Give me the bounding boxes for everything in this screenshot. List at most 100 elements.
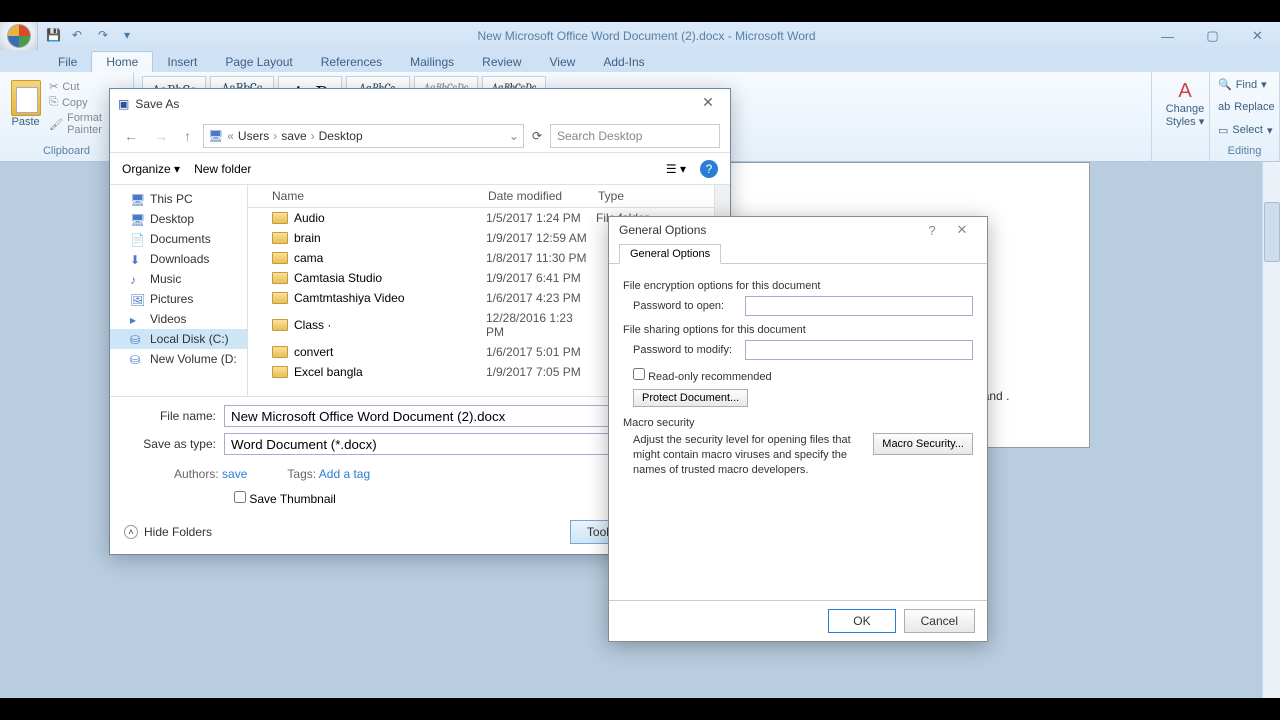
scrollbar-thumb[interactable] xyxy=(1264,202,1280,262)
ribbon-tabs: File Home Insert Page Layout References … xyxy=(0,50,1280,72)
tab-view[interactable]: View xyxy=(536,52,590,72)
nav-icon: 🖼 xyxy=(130,293,144,305)
nav-up-button[interactable]: ↑ xyxy=(180,128,195,144)
tab-insert[interactable]: Insert xyxy=(153,52,211,72)
nav-icon: ⛁ xyxy=(130,353,144,365)
sharing-section-label: File sharing options for this document xyxy=(623,324,973,336)
nav-icon: ♪ xyxy=(130,273,144,285)
save-icon[interactable]: 💾 xyxy=(46,28,62,44)
tab-review[interactable]: Review xyxy=(468,52,535,72)
nav-icon: ⬇ xyxy=(130,253,144,265)
nav-item[interactable]: ⛁Local Disk (C:) xyxy=(110,329,247,349)
vertical-scrollbar[interactable] xyxy=(1262,162,1280,698)
change-styles-button[interactable]: A Change Styles ▾ xyxy=(1160,76,1210,128)
chevron-up-icon: ˄ xyxy=(124,525,138,539)
change-styles-icon: A xyxy=(1160,80,1210,103)
folder-icon xyxy=(272,252,288,264)
pc-icon: 🖥 xyxy=(208,129,223,143)
save-as-close-button[interactable]: ✕ xyxy=(694,94,722,114)
col-name[interactable]: Name xyxy=(248,185,484,207)
paste-icon xyxy=(11,80,41,116)
qat-dropdown-icon[interactable]: ▾ xyxy=(124,28,140,44)
copy-icon: ⎘ xyxy=(49,96,58,109)
tab-references[interactable]: References xyxy=(307,52,396,72)
password-open-input[interactable] xyxy=(745,296,973,316)
paste-label: Paste xyxy=(11,116,39,128)
tab-addins[interactable]: Add-Ins xyxy=(589,52,658,72)
tab-file[interactable]: File xyxy=(44,52,91,72)
password-open-label: Password to open: xyxy=(633,300,737,312)
select-button[interactable]: ▭Select ▾ xyxy=(1218,122,1271,139)
office-button[interactable] xyxy=(0,22,38,50)
redo-icon[interactable]: ↷ xyxy=(98,28,114,44)
save-thumbnail-checkbox[interactable]: Save Thumbnail xyxy=(234,492,336,506)
tab-home[interactable]: Home xyxy=(91,51,153,72)
folder-icon xyxy=(272,366,288,378)
scissors-icon: ✂ xyxy=(49,80,58,93)
authors-label: Authors: xyxy=(174,467,219,481)
general-options-close-button[interactable]: ✕ xyxy=(947,222,977,238)
folder-icon xyxy=(272,232,288,244)
paste-button[interactable]: Paste xyxy=(8,76,43,145)
nav-item[interactable]: ⬇Downloads xyxy=(110,249,247,269)
word-icon: ▣ xyxy=(118,97,129,111)
close-button[interactable]: ✕ xyxy=(1235,26,1280,46)
find-button[interactable]: 🔍Find ▾ xyxy=(1218,76,1271,93)
macro-section-label: Macro security xyxy=(623,417,973,429)
col-date[interactable]: Date modified xyxy=(484,185,594,207)
select-icon: ▭ xyxy=(1218,124,1228,137)
folder-icon xyxy=(272,272,288,284)
tab-page-layout[interactable]: Page Layout xyxy=(211,52,306,72)
col-type[interactable]: Type xyxy=(594,185,714,207)
find-icon: 🔍 xyxy=(1218,78,1232,91)
general-options-title: General Options xyxy=(619,223,706,237)
help-icon[interactable]: ? xyxy=(700,160,718,178)
replace-button[interactable]: abReplace xyxy=(1218,99,1271,115)
brush-icon: 🖌 xyxy=(49,118,63,131)
ok-button[interactable]: OK xyxy=(828,609,895,633)
replace-icon: ab xyxy=(1218,101,1230,113)
password-modify-label: Password to modify: xyxy=(633,344,737,356)
tab-mailings[interactable]: Mailings xyxy=(396,52,468,72)
breadcrumb[interactable]: 🖥 « Users› save› Desktop ⌄ xyxy=(203,124,524,148)
macro-description: Adjust the security level for opening fi… xyxy=(633,433,863,478)
nav-icon: ▸ xyxy=(130,313,144,325)
nav-item[interactable]: 📄Documents xyxy=(110,229,247,249)
nav-back-button[interactable]: ← xyxy=(120,128,142,144)
folder-icon xyxy=(272,319,288,331)
hide-folders-button[interactable]: ˄Hide Folders xyxy=(124,525,560,539)
minimize-button[interactable]: — xyxy=(1145,26,1190,46)
readonly-checkbox[interactable]: Read-only recommended xyxy=(633,368,772,383)
general-options-tab[interactable]: General Options xyxy=(619,244,721,264)
nav-item[interactable]: 🖥Desktop xyxy=(110,209,247,229)
protect-document-button[interactable]: Protect Document... xyxy=(633,389,748,407)
nav-icon: 🖥 xyxy=(130,193,144,205)
new-folder-button[interactable]: New folder xyxy=(194,162,251,176)
authors-value[interactable]: save xyxy=(222,467,247,481)
nav-icon: 🖥 xyxy=(130,213,144,225)
organize-button[interactable]: Organize ▾ xyxy=(122,162,180,176)
save-type-label: Save as type: xyxy=(124,437,224,451)
undo-icon[interactable]: ↶ xyxy=(72,28,88,44)
search-input[interactable]: Search Desktop xyxy=(550,124,720,148)
folder-icon xyxy=(272,292,288,304)
encryption-section-label: File encryption options for this documen… xyxy=(623,280,973,292)
nav-forward-button[interactable]: → xyxy=(150,128,172,144)
nav-item[interactable]: ♪Music xyxy=(110,269,247,289)
tags-value[interactable]: Add a tag xyxy=(319,467,370,481)
maximize-button[interactable]: ▢ xyxy=(1190,26,1235,46)
tags-label: Tags: xyxy=(287,467,316,481)
nav-item[interactable]: ▸Videos xyxy=(110,309,247,329)
macro-security-button[interactable]: Macro Security... xyxy=(873,433,973,455)
nav-item[interactable]: 🖼Pictures xyxy=(110,289,247,309)
nav-icon: ⛁ xyxy=(130,333,144,345)
password-modify-input[interactable] xyxy=(745,340,973,360)
word-titlebar: 💾 ↶ ↷ ▾ New Microsoft Office Word Docume… xyxy=(0,22,1280,50)
nav-item[interactable]: 🖥This PC xyxy=(110,189,247,209)
clipboard-group-label: Clipboard xyxy=(8,145,125,159)
help-button[interactable]: ? xyxy=(917,223,947,238)
refresh-button[interactable]: ⟳ xyxy=(532,129,542,143)
cancel-button[interactable]: Cancel xyxy=(904,609,975,633)
view-options-button[interactable]: ☰ ▾ xyxy=(666,162,686,176)
nav-item[interactable]: ⛁New Volume (D: xyxy=(110,349,247,369)
